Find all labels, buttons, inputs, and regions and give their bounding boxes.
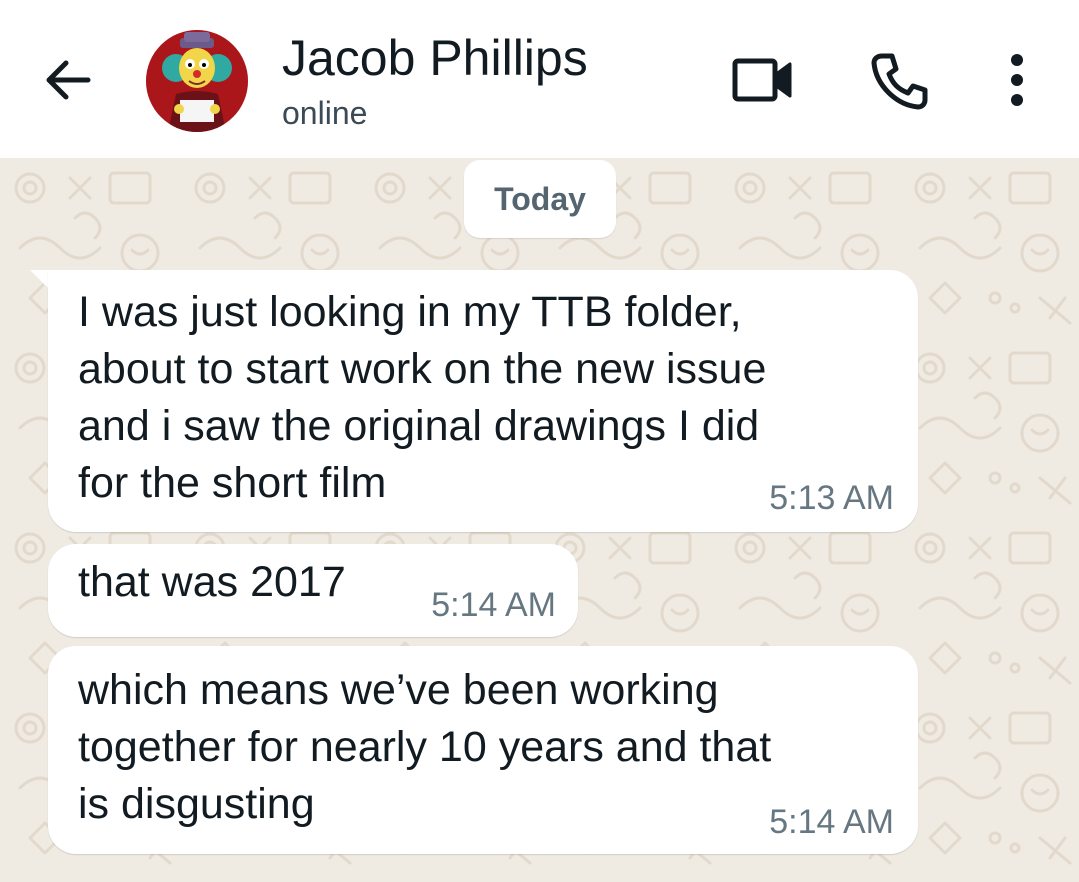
message-bubble[interactable]: which means we’ve been working together … (48, 646, 918, 854)
avatar[interactable] (146, 30, 248, 132)
message-text: which means we’ve been working together … (78, 666, 772, 828)
message-timestamp: 5:14 AM (769, 803, 894, 841)
video-call-button[interactable] (730, 52, 796, 108)
more-options-button[interactable] (995, 50, 1039, 112)
date-separator: Today (464, 160, 616, 238)
message-bubble[interactable]: I was just looking in my TTB folder, abo… (48, 270, 918, 532)
phone-icon (871, 53, 928, 110)
message-list[interactable]: Today I was just looking in my TTB folde… (0, 158, 1079, 882)
chat-screen: Jacob Phillips online Today I was just l… (0, 0, 1079, 882)
message-bubble[interactable]: that was 2017 5:14 AM (48, 544, 578, 637)
avatar-image (146, 30, 248, 132)
more-vertical-icon (1011, 54, 1023, 106)
message-text: I was just looking in my TTB folder, abo… (78, 288, 767, 507)
message-timestamp: 5:14 AM (431, 586, 556, 624)
video-camera-icon (732, 58, 792, 102)
arrow-left-icon (46, 60, 91, 100)
message-text: that was 2017 (78, 558, 346, 606)
contact-status: online (282, 95, 368, 131)
message-timestamp: 5:13 AM (769, 479, 894, 517)
voice-call-button[interactable] (868, 50, 930, 112)
back-button[interactable] (38, 50, 98, 110)
chat-header: Jacob Phillips online (0, 0, 1079, 158)
contact-name[interactable]: Jacob Phillips (282, 28, 588, 88)
